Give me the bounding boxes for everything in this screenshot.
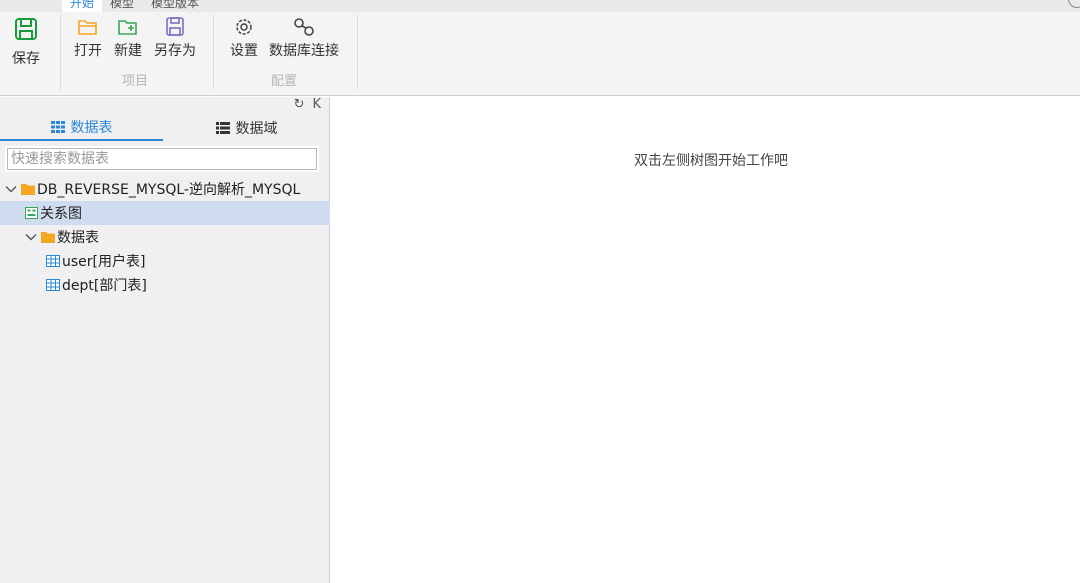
open-label: 打开 (74, 43, 102, 59)
save-as-label: 另存为 (154, 43, 196, 59)
ribbon-tab-bar: 开始 模型 模型版本 (0, 0, 1080, 12)
search-input[interactable] (7, 148, 317, 170)
tab-data-domains-label: 数据域 (235, 121, 278, 137)
tab-data-tables[interactable]: 数据表 (0, 115, 163, 141)
link-icon (294, 18, 314, 36)
divider (60, 14, 61, 90)
panel-tools: ↻ K (294, 97, 321, 115)
db-connection-button[interactable]: 数据库连接 (269, 16, 339, 60)
tab-model-version[interactable]: 模型版本 (151, 0, 199, 11)
folder-icon (41, 232, 55, 243)
tree-item-diagram-label: 关系图 (40, 206, 82, 222)
config-group-label: 配置 (271, 74, 298, 89)
grid-icon (50, 121, 65, 133)
search-box (5, 146, 319, 172)
diagram-icon (25, 207, 38, 219)
table-icon (46, 255, 60, 267)
ribbon-toolbar: 保存 打开 新建 另存为 项目 设置 数据库连接 配置 (0, 12, 1080, 96)
table-icon (46, 279, 60, 291)
new-folder-icon (118, 20, 137, 35)
chevron-down-icon[interactable] (5, 183, 17, 195)
tree-root[interactable]: DB_REVERSE_MYSQL-逆向解析_MYSQL (0, 177, 330, 201)
db-connection-label: 数据库连接 (269, 43, 339, 59)
folder-icon (21, 184, 35, 195)
settings-label: 设置 (230, 43, 258, 59)
refresh-icon[interactable]: ↻ (294, 97, 305, 115)
divider (213, 14, 214, 90)
tab-data-domains[interactable]: 数据域 (165, 115, 328, 141)
open-button[interactable]: 打开 (74, 16, 102, 60)
project-group-label: 项目 (122, 74, 149, 89)
empty-hint: 双击左侧树图开始工作吧 (634, 153, 788, 169)
folder-open-icon (78, 20, 97, 35)
tree-item-table-label: dept[部门表] (62, 278, 147, 294)
chevron-down-icon[interactable] (25, 231, 37, 243)
save-as-button[interactable]: 另存为 (154, 16, 196, 60)
list-icon (215, 122, 230, 134)
save-icon (15, 18, 37, 40)
settings-button[interactable]: 设置 (230, 16, 258, 60)
divider (357, 14, 358, 90)
collapse-icon[interactable]: K (312, 97, 321, 115)
save-button[interactable]: 保存 (12, 16, 40, 68)
new-label: 新建 (114, 43, 142, 59)
panel-tabs: 数据表 数据域 (0, 115, 330, 141)
tree-folder-tables[interactable]: 数据表 (0, 225, 330, 249)
save-as-icon (166, 17, 184, 36)
main-workspace[interactable]: 双击左侧树图开始工作吧 (331, 97, 1080, 583)
tree-item-table-label: user[用户表] (62, 254, 146, 270)
tab-start[interactable]: 开始 (62, 0, 103, 12)
tree-item-diagram[interactable]: 关系图 (0, 201, 330, 225)
help-icon[interactable] (1068, 0, 1080, 8)
tree-root-label: DB_REVERSE_MYSQL-逆向解析_MYSQL (37, 182, 301, 198)
new-button[interactable]: 新建 (114, 16, 142, 60)
tree-folder-tables-label: 数据表 (57, 230, 99, 246)
tab-model[interactable]: 模型 (110, 0, 134, 11)
left-panel: ↻ K 数据表 数据域 DB_ (0, 97, 330, 583)
tab-data-tables-label: 数据表 (70, 120, 113, 136)
save-label: 保存 (12, 51, 40, 67)
tree-item-table[interactable]: dept[部门表] (0, 273, 330, 297)
tree-item-table[interactable]: user[用户表] (0, 249, 330, 273)
gear-icon (236, 19, 252, 35)
